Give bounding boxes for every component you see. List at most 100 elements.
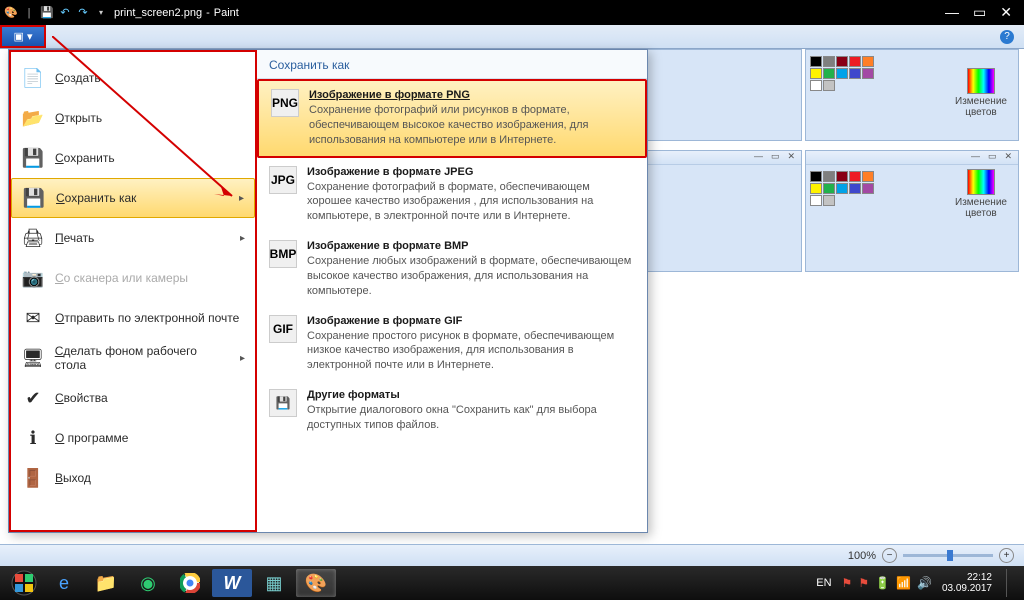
color-swatch[interactable]	[823, 56, 835, 67]
pane-close-icon[interactable]: ✕	[1004, 151, 1012, 164]
taskbar-clock[interactable]: 22:12 03.09.2017	[942, 572, 992, 594]
color-swatch[interactable]	[862, 171, 874, 182]
edit-colors-1[interactable]: Изменение цветов	[952, 68, 1010, 118]
save-as-format-0[interactable]: PNGИзображение в формате PNGСохранение ф…	[257, 79, 647, 158]
zoom-in-button[interactable]: +	[999, 548, 1014, 563]
taskbar-paint-icon[interactable]: 🎨	[296, 569, 336, 597]
window-controls: — ▭ ✕	[945, 4, 1020, 21]
taskbar: e 📁 ◉ W ▦ 🎨 EN ⚑ ⚑ 🔋 📶 🔊 22:12 03.09.201…	[0, 566, 1024, 600]
color-swatch[interactable]	[836, 56, 848, 67]
file-menu-item-8[interactable]: ✔Свойства	[11, 378, 255, 418]
color-swatch[interactable]	[849, 171, 861, 182]
color-swatch[interactable]	[849, 183, 861, 194]
color-swatch[interactable]	[862, 183, 874, 194]
chevron-right-icon: ▸	[240, 233, 245, 244]
taskbar-ie-icon[interactable]: e	[44, 569, 84, 597]
tray-battery-icon[interactable]: 🔋	[875, 576, 890, 590]
taskbar-chrome-icon[interactable]	[170, 569, 210, 597]
format-title: Изображение в формате BMP	[307, 240, 635, 252]
pane-max-icon[interactable]: ▭	[988, 151, 997, 164]
color-swatch[interactable]	[810, 80, 822, 91]
file-menu-item-icon: ✉	[21, 306, 45, 330]
format-desc: Сохранение простого рисунок в формате, о…	[307, 329, 635, 374]
file-menu-item-10[interactable]: 🚪 Выход	[11, 458, 255, 498]
taskbar-app2-icon[interactable]: ▦	[254, 569, 294, 597]
file-menu-right-pane: Сохранить как PNGИзображение в формате P…	[257, 50, 647, 532]
tray-icons: ⚑ ⚑ 🔋 📶 🔊	[842, 576, 932, 590]
tray-network-icon[interactable]: 📶	[896, 576, 911, 590]
qat-save-icon[interactable]: 💾	[40, 6, 54, 20]
file-menu-item-icon: 🚪	[21, 466, 45, 490]
zoom-slider-thumb[interactable]	[947, 550, 953, 561]
format-title: Изображение в формате PNG	[309, 89, 633, 101]
edit-colors-2[interactable]: Изменение цветов	[952, 169, 1010, 219]
color-swatch[interactable]	[810, 195, 822, 206]
file-menu-item-1[interactable]: 📂Открыть	[11, 98, 255, 138]
save-as-format-1[interactable]: JPGИзображение в формате JPEGСохранение …	[257, 158, 647, 233]
file-menu-item-label: Выход	[55, 471, 91, 485]
color-swatch[interactable]	[823, 80, 835, 91]
pane-close-icon[interactable]: ✕	[787, 151, 795, 164]
tray-volume-icon[interactable]: 🔊	[917, 576, 932, 590]
file-menu-item-icon: 📄	[21, 66, 45, 90]
color-swatch[interactable]	[823, 68, 835, 79]
format-desc: Сохранение любых изображений в формате, …	[307, 254, 635, 299]
color-palette-2	[806, 165, 886, 212]
file-menu-item-9[interactable]: ℹО программе	[11, 418, 255, 458]
color-swatch[interactable]	[823, 195, 835, 206]
ribbon-pane-colors-1: Изменение цветов	[805, 49, 1019, 141]
color-swatch[interactable]	[810, 183, 822, 194]
color-swatch[interactable]	[810, 171, 822, 182]
pane-min-icon[interactable]: —	[971, 151, 980, 164]
show-desktop-button[interactable]	[1006, 569, 1014, 597]
format-title: Другие форматы	[307, 389, 635, 401]
tray-flag-icon[interactable]: ⚑	[842, 576, 853, 590]
clock-time: 22:12	[942, 572, 992, 583]
ribbon-top: ▣ ▾ ?	[0, 25, 1024, 49]
format-title: Изображение в формате GIF	[307, 315, 635, 327]
qat-undo-icon[interactable]: ↶	[58, 6, 72, 20]
tray-flag2-icon[interactable]: ⚑	[858, 576, 869, 590]
file-menu-item-7[interactable]: 🖥Сделать фоном рабочего стола▸	[11, 338, 255, 378]
zoom-slider[interactable]	[903, 554, 993, 557]
ribbon-pane-blank-2: — ▭ ✕	[646, 150, 802, 272]
file-menu-item-3[interactable]: 💾Сохранить как▸	[11, 178, 255, 218]
qat-customize-icon[interactable]: ▾	[94, 6, 108, 20]
file-menu-item-0[interactable]: 📄Создать	[11, 58, 255, 98]
zoom-out-button[interactable]: −	[882, 548, 897, 563]
file-menu-item-label: Открыть	[55, 111, 102, 125]
qat-redo-icon[interactable]: ↷	[76, 6, 90, 20]
color-swatch[interactable]	[836, 68, 848, 79]
taskbar-app1-icon[interactable]: ◉	[128, 569, 168, 597]
close-button[interactable]: ✕	[1000, 4, 1012, 21]
pane-max-icon[interactable]: ▭	[771, 151, 780, 164]
save-as-format-3[interactable]: GIFИзображение в формате GIFСохранение п…	[257, 307, 647, 382]
file-menu-item-5[interactable]: 📷Со сканера или камеры	[11, 258, 255, 298]
taskbar-word-icon[interactable]: W	[212, 569, 252, 597]
clock-date: 03.09.2017	[942, 583, 992, 594]
minimize-button[interactable]: —	[945, 4, 959, 21]
file-menu-item-4[interactable]: 🖨Печать▸	[11, 218, 255, 258]
color-swatch[interactable]	[836, 171, 848, 182]
file-menu-item-6[interactable]: ✉ Отправить по электронной почте	[11, 298, 255, 338]
tray-lang[interactable]: EN	[816, 577, 831, 589]
maximize-button[interactable]: ▭	[973, 4, 986, 21]
color-swatch[interactable]	[836, 183, 848, 194]
pane-min-icon[interactable]: —	[754, 151, 763, 164]
color-swatch[interactable]	[823, 183, 835, 194]
file-menu-button[interactable]: ▣ ▾	[0, 25, 46, 48]
color-swatch[interactable]	[849, 56, 861, 67]
save-as-format-4[interactable]: 💾Другие форматыОткрытие диалогового окна…	[257, 381, 647, 441]
color-swatch[interactable]	[849, 68, 861, 79]
color-swatch[interactable]	[862, 56, 874, 67]
help-icon[interactable]: ?	[990, 25, 1024, 48]
taskbar-explorer-icon[interactable]: 📁	[86, 569, 126, 597]
file-menu-item-label: Отправить по электронной почте	[55, 311, 239, 325]
start-button[interactable]	[4, 568, 44, 598]
color-swatch[interactable]	[810, 56, 822, 67]
color-swatch[interactable]	[810, 68, 822, 79]
save-as-format-2[interactable]: BMPИзображение в формате BMPСохранение л…	[257, 232, 647, 307]
color-swatch[interactable]	[823, 171, 835, 182]
color-swatch[interactable]	[862, 68, 874, 79]
file-menu-item-2[interactable]: 💾Сохранить	[11, 138, 255, 178]
